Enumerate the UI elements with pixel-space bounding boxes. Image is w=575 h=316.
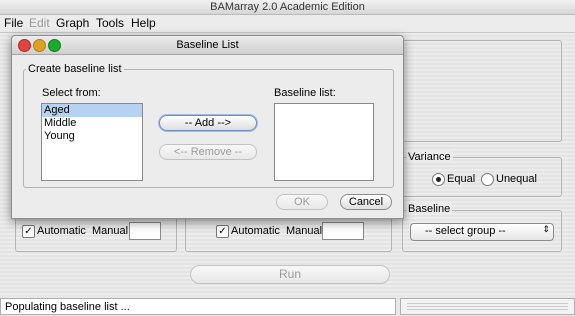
baseline-select-value: -- select group -- [425, 225, 506, 237]
automatic-checkbox-1[interactable]: ✓ [22, 225, 35, 238]
minimize-icon[interactable] [33, 39, 46, 52]
ok-button[interactable]: OK [276, 194, 328, 210]
status-progress [400, 298, 575, 315]
variance-equal-radio[interactable] [432, 173, 445, 186]
baseline-list-dialog: Baseline List Create baseline list Selec… [11, 35, 404, 219]
add-button[interactable]: -- Add --> [159, 115, 257, 131]
automatic-checkbox-2[interactable]: ✓ [216, 225, 229, 238]
menu-help[interactable]: Help [131, 16, 156, 31]
right-upper-group [402, 40, 562, 142]
manual-field-1[interactable] [129, 222, 161, 240]
baseline-select[interactable]: -- select group -- ⇕ [410, 223, 554, 241]
select-from-label: Select from: [42, 87, 101, 99]
menu-edit[interactable]: Edit [29, 16, 50, 31]
remove-button[interactable]: <-- Remove -- [159, 144, 257, 160]
menu-graph[interactable]: Graph [56, 16, 89, 31]
zoom-icon[interactable] [48, 39, 61, 52]
variance-unequal-radio[interactable] [481, 173, 494, 186]
select-from-list[interactable]: Aged Middle Young [41, 103, 143, 181]
cancel-button[interactable]: Cancel [340, 194, 392, 210]
window-title: BAMarray 2.0 Academic Edition [0, 0, 575, 15]
variance-title: Variance [406, 151, 453, 163]
list-item-young[interactable]: Young [42, 130, 142, 143]
manual-label-2: Manual [286, 225, 323, 237]
baseline-list[interactable] [274, 103, 374, 181]
baseline-title: Baseline [406, 203, 453, 215]
variance-equal-label: Equal [447, 173, 476, 185]
run-button[interactable]: Run [190, 265, 390, 284]
manual-field-2[interactable] [322, 222, 364, 240]
menu-tools[interactable]: Tools [96, 16, 124, 31]
close-icon[interactable] [18, 39, 31, 52]
dialog-title: Baseline List [176, 39, 239, 51]
baseline-list-label: Baseline list: [274, 87, 336, 99]
list-item-middle[interactable]: Middle [42, 117, 142, 130]
updown-arrows-icon: ⇕ [542, 224, 550, 234]
variance-unequal-label: Unequal [496, 173, 537, 185]
dialog-title-bar: Baseline List [12, 36, 403, 55]
create-baseline-title: Create baseline list [26, 63, 124, 75]
manual-label-1: Manual [92, 225, 129, 237]
list-item-aged[interactable]: Aged [42, 104, 142, 117]
automatic-label-2: Automatic [231, 225, 280, 237]
menu-bar: File Edit Graph Tools Help [0, 15, 575, 33]
menu-file[interactable]: File [4, 16, 23, 31]
status-bar: Populating baseline list ... [0, 298, 396, 315]
automatic-label-1: Automatic [37, 225, 86, 237]
